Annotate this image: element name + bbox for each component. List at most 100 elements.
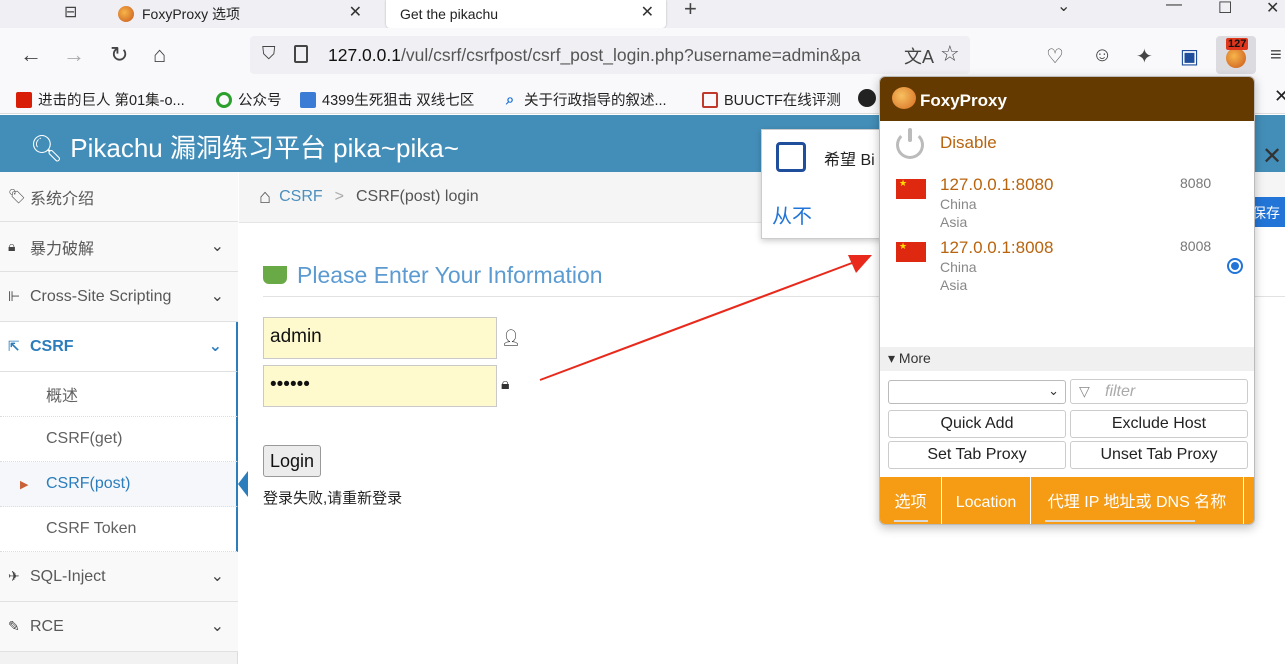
power-icon[interactable]	[896, 128, 924, 159]
sidebar-subitem-csrf-post[interactable]: ▶ CSRF(post)	[0, 462, 248, 507]
chevron-down-icon: ⌄	[208, 338, 222, 355]
chevron-down-icon: ⌄	[210, 568, 224, 585]
login-button[interactable]: Login	[263, 445, 321, 477]
bookmark-icon	[216, 91, 232, 108]
filter-icon: ▽	[1079, 383, 1090, 399]
bookmark-item[interactable]: 公众号	[216, 89, 282, 110]
sidebar-item-csrf[interactable]: ⇱ CSRF ⌄	[0, 322, 238, 372]
sidebar-subitem-csrf-token[interactable]: CSRF Token	[0, 507, 238, 552]
proxy-selected-radio[interactable]	[1227, 258, 1243, 274]
bookmark-item[interactable]: BUUCTF在线评测	[702, 89, 841, 110]
sidebar-item-bruteforce[interactable]: 🔒︎ 暴力破解 ⌄	[0, 222, 238, 272]
tab-list-icon[interactable]: ⊟	[64, 2, 77, 22]
proxy-region: Asia	[940, 214, 968, 230]
account-icon[interactable]: ☺	[1092, 44, 1112, 67]
url-text[interactable]: 127.0.0.1/vul/csrf/csrfpost/csrf_post_lo…	[328, 45, 898, 66]
password-input[interactable]: ••••••	[263, 365, 497, 407]
tab-options[interactable]: 选项	[880, 477, 942, 524]
annotation-arrow	[539, 255, 872, 381]
lock-icon: 🔒︎	[501, 376, 510, 393]
filter-input[interactable]: ▽ filter	[1070, 379, 1248, 404]
more-toggle[interactable]: ▾ More	[880, 347, 1254, 371]
sidebar-subitem-csrf-get[interactable]: CSRF(get)	[0, 417, 238, 462]
quick-add-button[interactable]: Quick Add	[888, 410, 1066, 438]
foxyproxy-toolbar-button[interactable]: 127	[1216, 36, 1256, 74]
tags-icon: 🏷︎	[8, 188, 26, 204]
foxyproxy-title: FoxyProxy	[920, 91, 1007, 110]
tab-location[interactable]: Location	[942, 477, 1031, 524]
proxy-port: 8080	[1180, 175, 1212, 191]
bitwarden-icon	[776, 142, 806, 172]
reload-icon[interactable]: ↻	[110, 42, 128, 68]
back-icon[interactable]: ←	[20, 42, 42, 68]
unset-tab-proxy-button[interactable]: Unset Tab Proxy	[1070, 441, 1248, 469]
bookmark-item[interactable]: 进击的巨人 第01集-o...	[16, 89, 185, 110]
filter-placeholder: filter	[1105, 383, 1136, 400]
home-icon[interactable]: ⌂	[153, 42, 166, 68]
minimize-icon[interactable]: —	[1166, 0, 1182, 14]
url-bar[interactable]: ⛉ 127.0.0.1/vul/csrf/csrfpost/csrf_post_…	[250, 36, 970, 74]
proxy-item[interactable]: 127.0.0.1:8008 8008 China Asia	[880, 238, 1254, 300]
foxyproxy-header: FoxyProxy	[880, 77, 1254, 121]
maximize-icon[interactable]: ☐	[1218, 0, 1232, 18]
lock-icon: 🔒︎	[8, 238, 16, 254]
proxy-port: 8008	[1180, 238, 1212, 254]
tab-title: Get the pikachu	[400, 6, 499, 22]
set-tab-proxy-button[interactable]: Set Tab Proxy	[888, 441, 1066, 469]
sidebar-item-sqli[interactable]: ✈︎ SQL-Inject ⌄	[0, 552, 238, 602]
translate-icon[interactable]: 文A	[904, 43, 934, 69]
page-info-icon[interactable]	[294, 45, 308, 63]
close-icon[interactable]: ✕	[349, 2, 362, 22]
pocket-icon[interactable]: ♡	[1046, 44, 1064, 69]
extensions-icon[interactable]: ✦	[1136, 44, 1153, 69]
close-icon[interactable]: ✕	[641, 2, 654, 22]
exclude-host-button[interactable]: Exclude Host	[1070, 410, 1248, 438]
bookmark-star-icon[interactable]: ☆	[940, 41, 960, 67]
forward-icon[interactable]: →	[63, 42, 85, 68]
menu-icon[interactable]: ≡	[1270, 44, 1282, 67]
tab-foxyproxy-options[interactable]: FoxyProxy 选项 ✕	[104, 0, 374, 28]
chevron-down-icon[interactable]: ⌄	[1057, 0, 1070, 16]
new-tab-button[interactable]: +	[684, 0, 697, 22]
bookmarks-overflow-icon[interactable]: ✕	[1274, 86, 1285, 107]
bookmark-item[interactable]: 4399生死狙击 双线七区	[300, 89, 474, 110]
chevron-down-icon: ⌄	[210, 238, 224, 255]
home-icon[interactable]: ⌂	[259, 186, 271, 209]
proxy-country: China	[940, 196, 977, 212]
proxy-select[interactable]: ⌄	[888, 380, 1066, 404]
sidebar-subitem-overview[interactable]: 概述	[0, 372, 238, 417]
foxyproxy-footer: 选项 Location 代理 IP 地址或 DNS 名称	[880, 477, 1254, 524]
breadcrumb-separator: >	[334, 188, 344, 205]
proxy-item[interactable]: 127.0.0.1:8080 8080 China Asia	[880, 175, 1254, 237]
foxyproxy-icon	[892, 87, 916, 109]
chevron-down-icon: ⌄	[210, 618, 224, 635]
foxyproxy-icon	[118, 6, 134, 22]
breadcrumb-current: CSRF(post) login	[356, 188, 479, 205]
shield-icon[interactable]: ⛉	[262, 43, 276, 64]
share-icon: ⇱	[8, 338, 20, 354]
sitemap-icon: ⊩	[8, 288, 21, 304]
breadcrumb-link-csrf[interactable]: CSRF	[279, 188, 323, 206]
sidebar-item-xss[interactable]: ⊩ Cross-Site Scripting ⌄	[0, 272, 238, 322]
disable-option[interactable]: Disable	[940, 133, 997, 153]
sidebar-item-rce[interactable]: ✎ RCE ⌄	[0, 602, 238, 652]
proxy-region: Asia	[940, 277, 968, 293]
bookmark-item[interactable]: ⌕ 关于行政指导的叙述...	[502, 89, 667, 110]
tab-get-the-pikachu[interactable]: Get the pikachu ✕	[386, 0, 666, 28]
tab-title: FoxyProxy 选项	[142, 6, 241, 22]
tab-strip: ⊟ FoxyProxy 选项 ✕ Get the pikachu ✕ + ⌄ —…	[0, 0, 1285, 28]
bookmark-icon	[702, 91, 718, 108]
password-save-notification: 希望 Bi 从不	[761, 129, 891, 239]
chevron-down-icon: ⌄	[210, 288, 224, 305]
chevron-down-icon: ⌄	[1048, 383, 1059, 398]
never-button[interactable]: 从不	[772, 200, 812, 229]
username-input[interactable]: admin	[263, 317, 497, 359]
tab-proxy-address[interactable]: 代理 IP 地址或 DNS 名称	[1031, 477, 1244, 524]
close-icon[interactable]: ✕	[1262, 142, 1282, 171]
bookmark-icon	[16, 91, 32, 108]
github-icon[interactable]	[858, 89, 876, 107]
sidebar-item-intro[interactable]: 🏷︎ 系统介绍	[0, 172, 238, 222]
window-close-icon[interactable]: ✕	[1266, 0, 1279, 18]
bitwarden-icon[interactable]: ▣	[1180, 44, 1199, 69]
login-message: 登录失败,请重新登录	[263, 490, 403, 507]
